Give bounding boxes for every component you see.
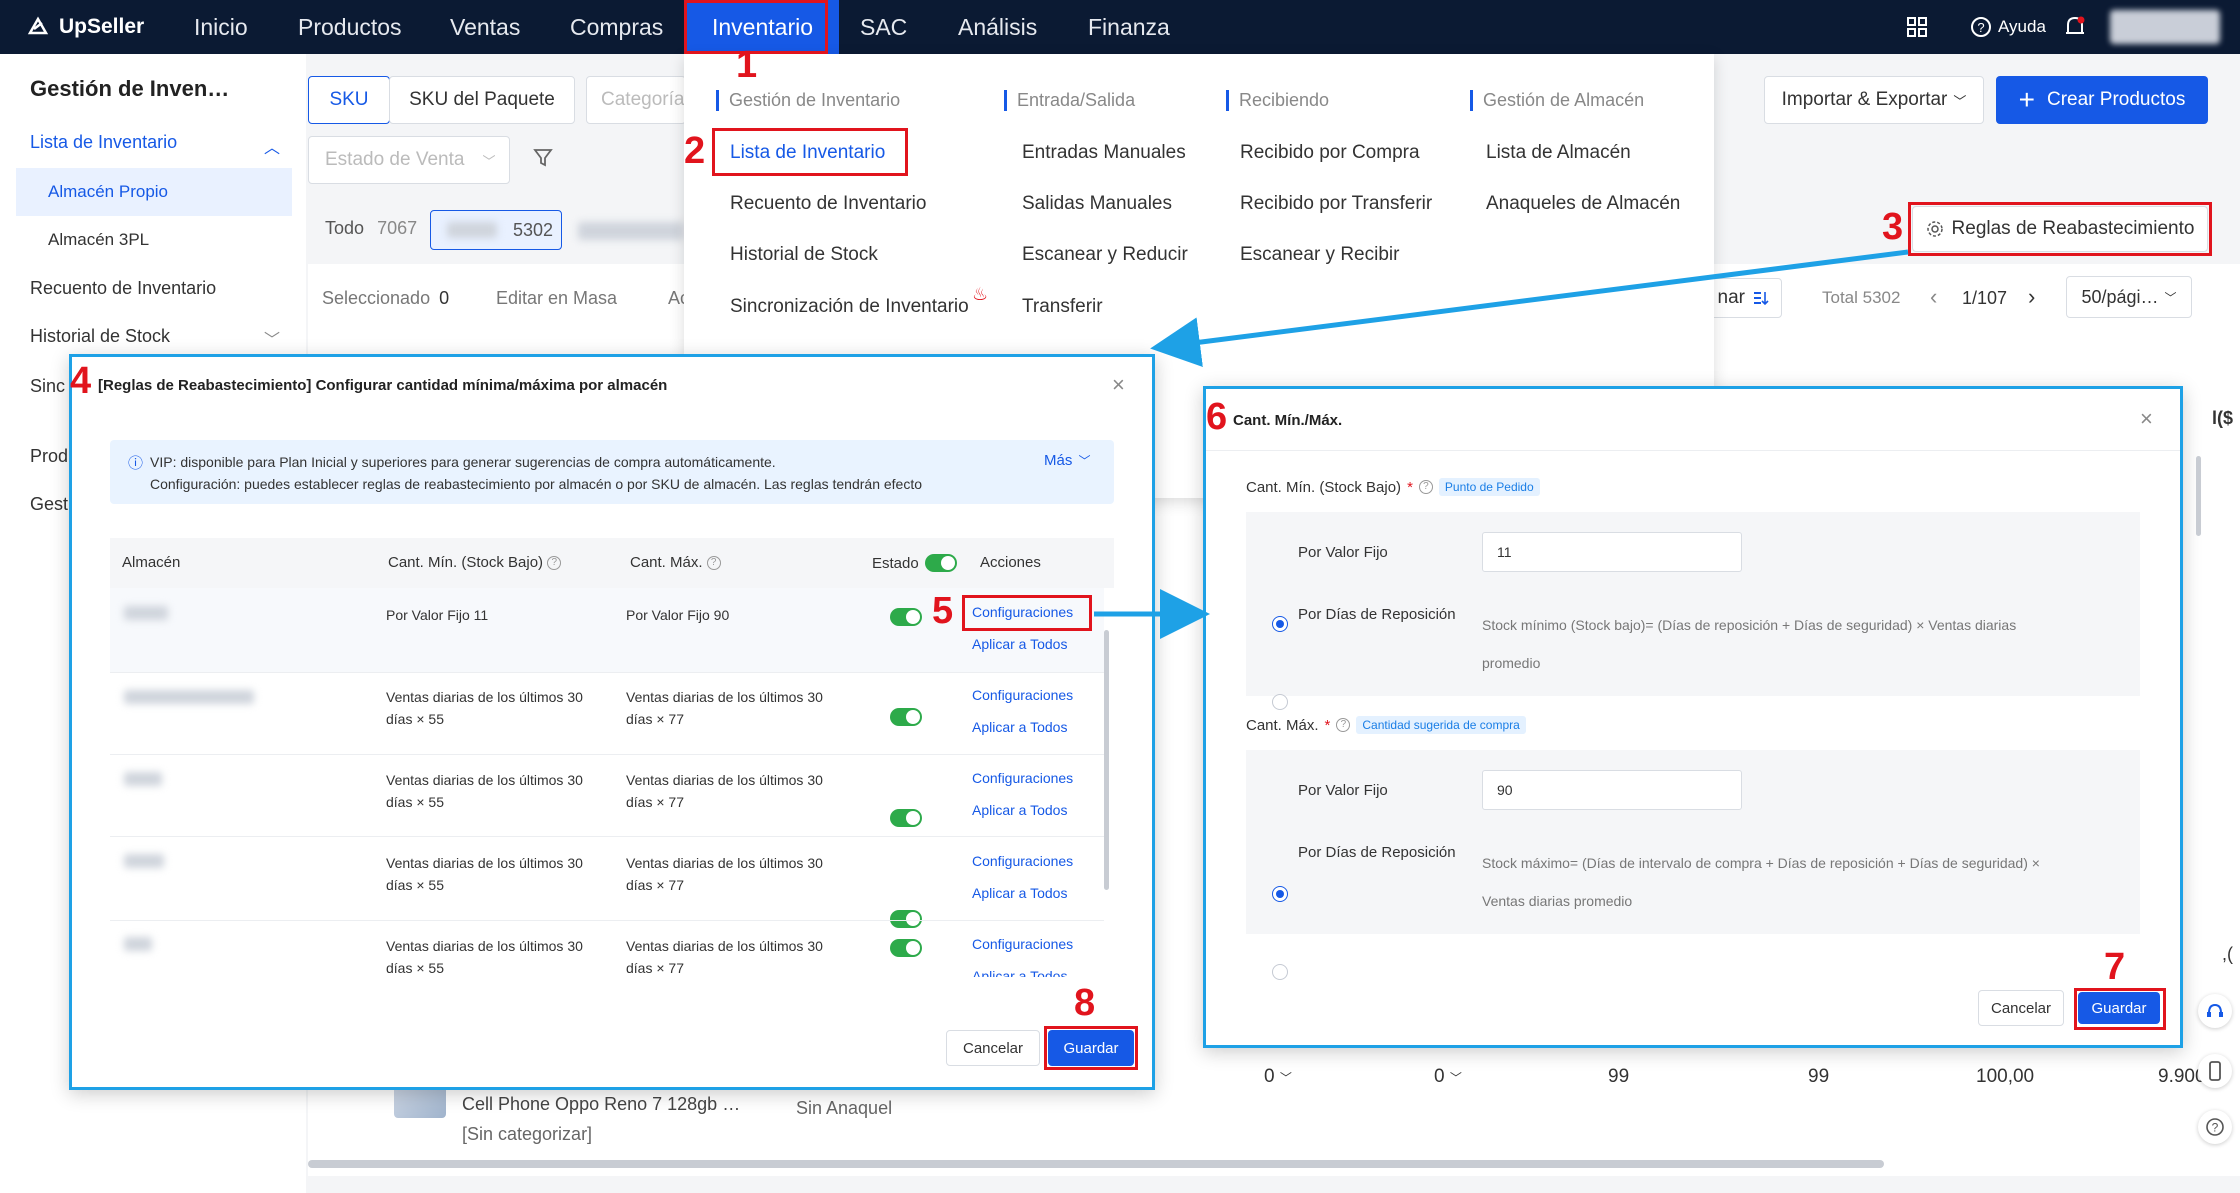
arrow-reglas-to-modal xyxy=(1150,249,1909,368)
annotation-arrows xyxy=(1094,249,1909,639)
